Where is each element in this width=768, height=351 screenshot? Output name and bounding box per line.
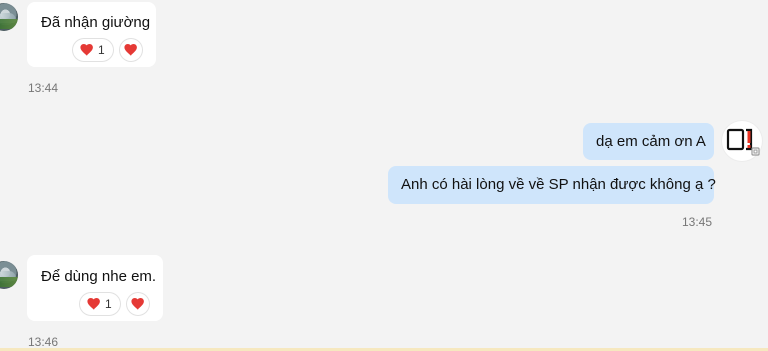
contact-avatar[interactable] [0, 3, 18, 31]
message-text: Anh có hài lòng về về SP nhận được không… [401, 176, 716, 193]
chat-thread: Đã nhận giường 1 13:44 dạ em cảm ơn A An… [0, 0, 768, 351]
message-time: 13:44 [28, 81, 59, 95]
brand-avatar[interactable] [722, 121, 762, 161]
heart-icon [131, 298, 144, 310]
message-text: dạ em cảm ơn A [596, 133, 706, 150]
heart-icon [124, 44, 137, 56]
add-reaction-button[interactable] [127, 293, 149, 315]
reaction-summary[interactable]: 1 [73, 39, 113, 61]
contact-avatar[interactable] [0, 261, 18, 289]
brand-logo-icon [726, 128, 760, 156]
reaction-summary[interactable]: 1 [80, 293, 120, 315]
outgoing-message-bubble[interactable]: Anh có hài lòng về về SP nhận được không… [388, 166, 716, 204]
message-time: 13:45 [682, 215, 713, 229]
heart-icon [87, 298, 100, 310]
message-text: Đã nhận giường [41, 14, 151, 31]
message-text: Để dùng nhe em. [41, 268, 157, 285]
add-reaction-button[interactable] [120, 39, 142, 61]
reaction-count: 1 [105, 297, 112, 311]
reaction-count: 1 [98, 43, 105, 57]
message-time: 13:46 [28, 335, 59, 349]
heart-icon [80, 44, 93, 56]
outgoing-message-bubble[interactable]: dạ em cảm ơn A [583, 123, 714, 160]
